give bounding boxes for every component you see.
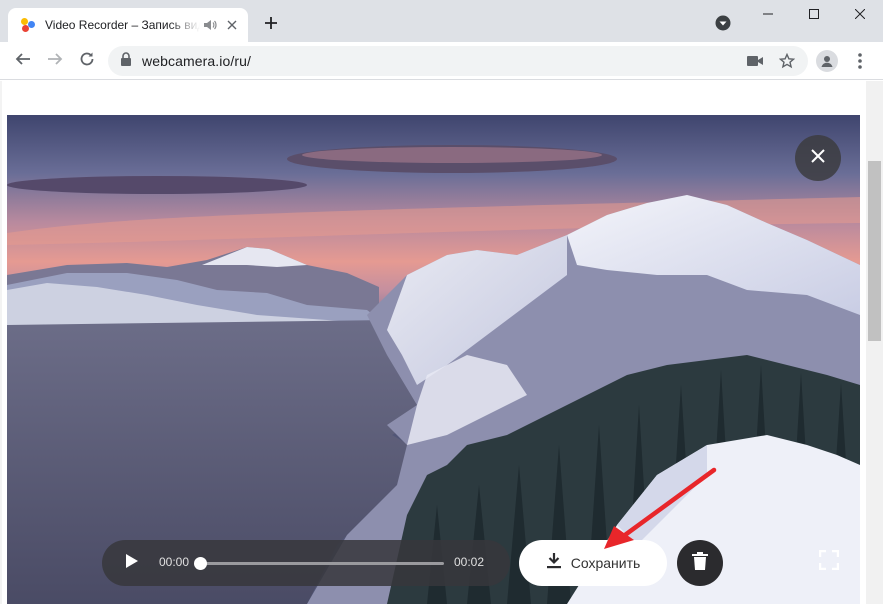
plus-icon <box>264 16 278 35</box>
minimize-icon <box>763 6 773 24</box>
close-video-button[interactable] <box>795 135 841 181</box>
kebab-menu-icon[interactable] <box>852 51 868 71</box>
video-preview[interactable]: 00:00 00:02 Сохранить <box>7 115 860 604</box>
browser-toolbar: webcamera.io/ru/ <box>0 42 883 80</box>
window-close-button[interactable] <box>837 0 883 30</box>
speaker-icon[interactable] <box>202 17 218 33</box>
chevron-down-icon <box>715 15 731 36</box>
video-frame-landscape <box>7 115 860 604</box>
fullscreen-icon <box>818 549 840 575</box>
current-time: 00:00 <box>159 555 190 569</box>
play-button[interactable] <box>122 553 142 573</box>
page-left-edge <box>0 81 2 604</box>
play-icon <box>125 553 139 574</box>
tab-title: Video Recorder – Запись видео <box>45 18 200 32</box>
page-viewport: 00:00 00:02 Сохранить <box>0 81 883 604</box>
video-player-controls: 00:00 00:02 <box>102 540 510 586</box>
webcamera-favicon-icon <box>20 17 36 33</box>
reload-button[interactable] <box>73 47 101 75</box>
maximize-icon <box>809 6 819 24</box>
minimize-button[interactable] <box>745 0 791 30</box>
star-icon[interactable] <box>776 50 798 72</box>
back-icon <box>15 51 31 72</box>
fullscreen-button[interactable] <box>815 548 843 576</box>
new-tab-button[interactable] <box>258 12 284 38</box>
forward-icon <box>47 51 63 72</box>
duration-time: 00:02 <box>454 555 485 569</box>
save-button[interactable]: Сохранить <box>519 540 667 586</box>
scrollbar-thumb[interactable] <box>868 161 881 341</box>
close-icon <box>810 148 826 169</box>
maximize-button[interactable] <box>791 0 837 30</box>
close-icon <box>854 6 866 24</box>
progress-track[interactable] <box>198 562 444 565</box>
back-button[interactable] <box>9 47 37 75</box>
trash-icon <box>692 551 708 575</box>
save-button-label: Сохранить <box>570 555 641 571</box>
camera-icon[interactable] <box>744 50 766 72</box>
tab-strip: Video Recorder – Запись видео <box>0 0 883 42</box>
tab-close-icon[interactable] <box>224 17 240 33</box>
address-bar[interactable]: webcamera.io/ru/ <box>108 46 808 76</box>
profile-icon[interactable] <box>816 50 838 72</box>
address-url: webcamera.io/ru/ <box>142 53 251 69</box>
page-scrollbar[interactable] <box>866 81 883 604</box>
forward-button[interactable] <box>41 47 69 75</box>
progress-thumb[interactable] <box>193 557 207 570</box>
browser-tab[interactable]: Video Recorder – Запись видео <box>8 8 248 42</box>
lock-icon <box>120 51 132 71</box>
delete-button[interactable] <box>677 540 723 586</box>
tab-search-button[interactable] <box>712 14 734 36</box>
download-icon <box>546 552 562 574</box>
reload-icon <box>79 51 95 72</box>
